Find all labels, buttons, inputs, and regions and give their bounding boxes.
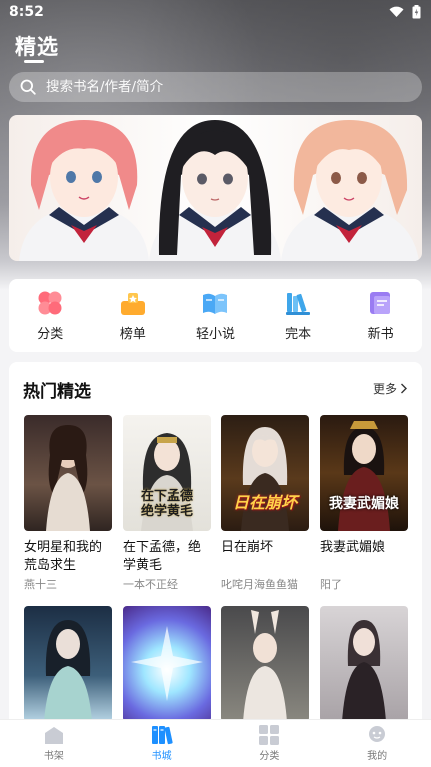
bookstore-icon [151,726,173,745]
banner-girl-left [19,120,149,261]
book-title: 在下孟德，绝学黄毛 [123,540,202,573]
search-bar[interactable] [9,72,422,102]
book-cover: 我妻武媚娘 [320,415,408,531]
battery-icon [412,5,421,19]
status-bar: 8:52 [0,0,431,26]
book-cover [24,606,112,722]
category-light-novel[interactable]: 轻小说 [180,289,250,342]
book-cover: 在下孟德 绝学黄毛 [123,415,211,531]
search-input[interactable] [46,79,366,95]
title-underline [24,60,44,63]
hot-picks-section: 热门精选 更多 女明星和我的荒岛求生 燕十三 在下孟德 绝学黄毛 在下孟德，绝学… [9,362,422,742]
category-label: 轻小说 [195,327,235,342]
book-author: 叱咤月海鱼鱼猫 [221,578,298,591]
tab-label: 书城 [151,751,172,762]
book-card[interactable]: 我妻武媚娘 我妻武媚娘 阳了 [320,415,408,592]
category-completed[interactable]: 完本 [263,289,333,342]
category-label: 分类 [37,327,64,342]
book-title: 女明星和我的荒岛求生 [24,540,103,573]
search-icon [20,79,36,95]
book-card[interactable]: 在下孟德 绝学黄毛 在下孟德，绝学黄毛 一本不正经 [123,415,211,592]
book-card[interactable] [123,606,211,722]
category-label: 榜单 [119,327,146,342]
page-title: 精选 [15,35,59,59]
book-card[interactable]: 日在崩坏 日在崩坏 叱咤月海鱼鱼猫 [221,415,309,592]
book-card[interactable] [320,606,408,722]
banner-carousel[interactable] [9,115,422,261]
trophy-icon [120,293,145,315]
book-author: 一本不正经 [123,578,178,591]
banner-illustration [19,120,419,261]
book-cover [221,606,309,722]
status-time: 8:52 [9,4,44,20]
book-cover [24,415,112,531]
grid-icon [38,291,62,315]
tab-profile[interactable]: 我的 [323,720,431,767]
cover-text: 日在崩坏 [232,493,297,512]
category-label: 新书 [367,327,394,342]
more-link[interactable]: 更多 [373,380,408,397]
book-title: 日在崩坏 [221,540,274,555]
category-label: 完本 [285,327,312,342]
book-cover: 日在崩坏 [221,415,309,531]
more-label: 更多 [372,382,397,396]
banner-girl-right [281,120,419,261]
book-author: 阳了 [320,578,342,591]
category-fenlei[interactable]: 分类 [15,289,85,342]
book-card[interactable] [221,606,309,722]
bookshelf-icon [44,727,63,744]
category-shortcuts: 分类 榜单 轻小说 完本 新书 [9,279,422,352]
tab-label: 书架 [43,751,64,762]
tab-label: 分类 [259,751,280,762]
wifi-icon [389,6,404,18]
tab-categories[interactable]: 分类 [216,720,324,767]
new-book-icon [369,292,390,314]
bottom-tab-bar: 书架 书城 分类 我的 [0,719,431,767]
section-title: 热门精选 [23,382,91,402]
book-cover [123,606,211,722]
book-title: 我妻武媚娘 [320,540,386,555]
open-book-icon [203,293,228,314]
tab-bookstore[interactable]: 书城 [108,720,216,767]
books-icon [286,293,311,315]
tab-label: 我的 [367,751,388,762]
category-new-books[interactable]: 新书 [346,289,416,342]
book-card[interactable]: 女明星和我的荒岛求生 燕十三 [24,415,112,592]
categories-icon [259,725,280,745]
chevron-right-icon [401,383,407,394]
book-card[interactable] [24,606,112,722]
cover-text: 我妻武媚娘 [329,496,399,512]
tab-bookshelf[interactable]: 书架 [0,720,108,767]
profile-icon [369,726,386,742]
category-bangdan[interactable]: 榜单 [98,289,168,342]
book-author: 燕十三 [24,578,57,591]
cover-text: 在下孟德 绝学黄毛 [140,489,193,519]
book-cover [320,606,408,722]
banner-girl-center [149,120,281,261]
